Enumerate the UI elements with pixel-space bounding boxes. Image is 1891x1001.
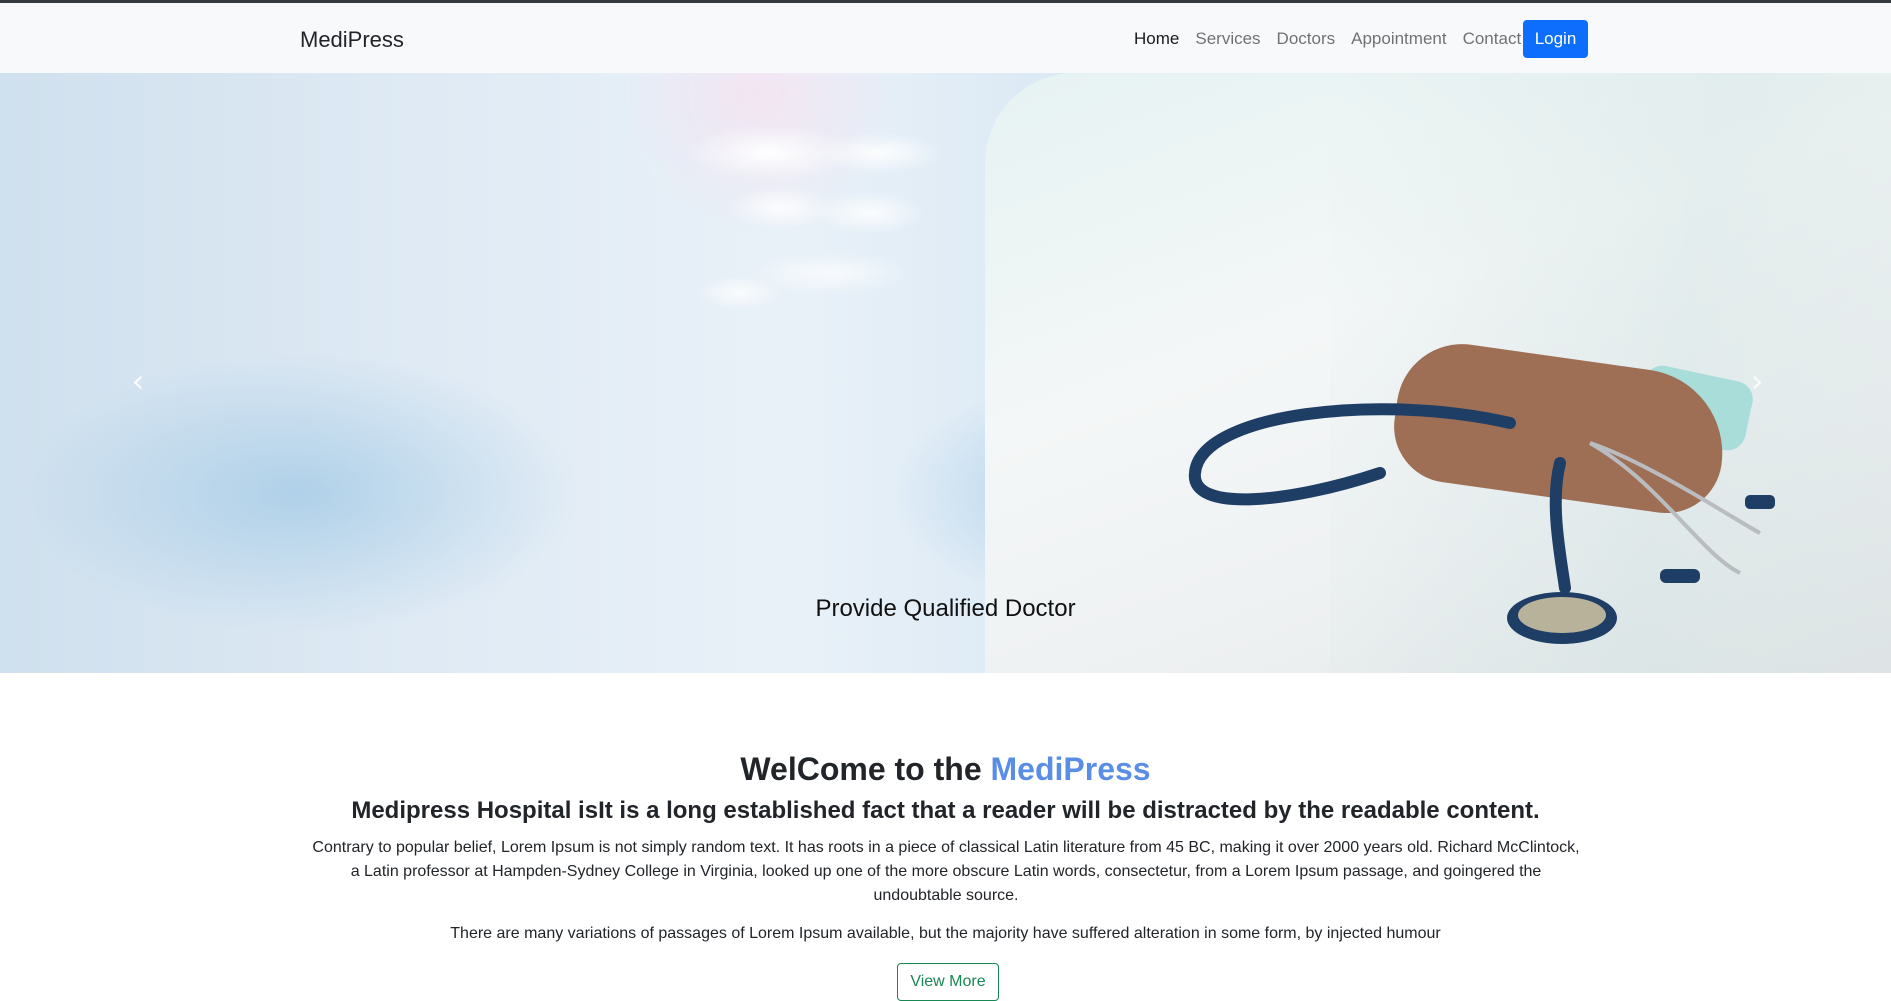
welcome-paragraph-1: Contrary to popular belief, Lorem Ipsum … (312, 839, 1580, 904)
nav-doctors[interactable]: Doctors (1277, 29, 1336, 49)
nav-services[interactable]: Services (1195, 29, 1260, 49)
welcome-section: WelCome to the MediPress Medipress Hospi… (0, 673, 1891, 1001)
view-more-button[interactable]: View More (897, 963, 999, 1001)
chevron-right-icon: › (1750, 362, 1764, 400)
navbar: MediPress Home Services Doctors Appointm… (0, 3, 1891, 73)
carousel-next-button[interactable]: › (1737, 361, 1777, 401)
nav-appointment[interactable]: Appointment (1351, 29, 1446, 49)
brand-logo[interactable]: MediPress (300, 27, 404, 53)
chevron-left-icon: ‹ (131, 362, 145, 400)
login-button[interactable]: Login (1523, 20, 1588, 58)
stethoscope-icon (1188, 403, 1775, 644)
carousel-prev-button[interactable]: ‹ (118, 361, 158, 401)
nav-contact[interactable]: Contact (1463, 29, 1522, 49)
welcome-title-brand: MediPress (990, 751, 1151, 787)
welcome-title-prefix: WelCome to the (740, 751, 991, 787)
welcome-title: WelCome to the MediPress (0, 751, 1891, 788)
hero-carousel: ‹ › Provide Qualified Doctor (0, 73, 1891, 673)
nav-links: Home Services Doctors Appointment Contac… (1134, 29, 1537, 49)
carousel-caption: Provide Qualified Doctor (815, 595, 1076, 622)
welcome-subtitle: Medipress Hospital isIt is a long establ… (351, 797, 1540, 824)
welcome-paragraph-2: There are many variations of passages of… (450, 925, 1441, 942)
nav-home[interactable]: Home (1134, 29, 1179, 49)
